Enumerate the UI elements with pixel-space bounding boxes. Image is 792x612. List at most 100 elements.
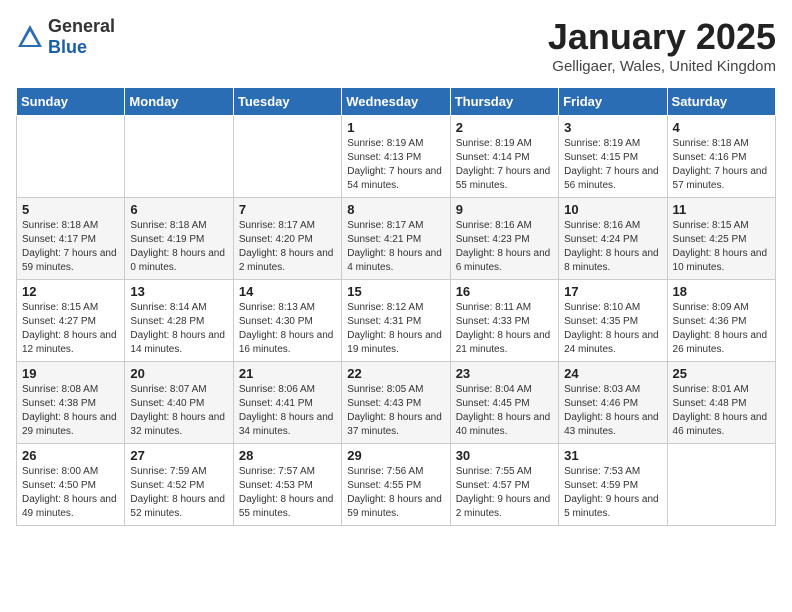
day-info: Sunrise: 7:55 AM Sunset: 4:57 PM Dayligh… [456,465,553,521]
calendar-cell: 13 Sunrise: 8:14 AM Sunset: 4:28 PM Dayli… [125,280,233,362]
calendar-cell: 29 Sunrise: 7:56 AM Sunset: 4:55 PM Dayli… [342,444,450,526]
day-number: 29 [347,448,444,463]
calendar-cell: 10 Sunrise: 8:16 AM Sunset: 4:24 PM Dayli… [559,198,667,280]
calendar-table: SundayMondayTuesdayWednesdayThursdayFrid… [16,87,776,526]
logo-icon [16,23,44,51]
calendar-week-row: 5 Sunrise: 8:18 AM Sunset: 4:17 PM Daylig… [17,198,776,280]
weekday-header-monday: Monday [125,88,233,116]
calendar-cell: 30 Sunrise: 7:55 AM Sunset: 4:57 PM Dayli… [450,444,558,526]
day-info: Sunrise: 8:18 AM Sunset: 4:19 PM Dayligh… [130,219,227,275]
calendar-cell: 9 Sunrise: 8:16 AM Sunset: 4:23 PM Daylig… [450,198,558,280]
calendar-cell: 11 Sunrise: 8:15 AM Sunset: 4:25 PM Dayli… [667,198,775,280]
calendar-cell: 25Sunrise: 8:01 AM Sunset: 4:48 PM Dayli… [667,362,775,444]
calendar-week-row: 12 Sunrise: 8:15 AM Sunset: 4:27 PM Dayli… [17,280,776,362]
day-number: 5 [22,202,119,217]
day-number: 17 [564,284,661,299]
day-info: Sunrise: 8:19 AM Sunset: 4:15 PM Dayligh… [564,137,661,193]
calendar-cell: 27 Sunrise: 7:59 AM Sunset: 4:52 PM Dayli… [125,444,233,526]
calendar-cell: 31Sunrise: 7:53 AM Sunset: 4:59 PM Dayli… [559,444,667,526]
calendar-cell: 17 Sunrise: 8:10 AM Sunset: 4:35 PM Dayli… [559,280,667,362]
day-info: Sunrise: 8:13 AM Sunset: 4:30 PM Dayligh… [239,301,336,357]
day-info: Sunrise: 7:59 AM Sunset: 4:52 PM Dayligh… [130,465,227,521]
day-info: Sunrise: 8:15 AM Sunset: 4:27 PM Dayligh… [22,301,119,357]
calendar-cell: 21Sunrise: 8:06 AM Sunset: 4:41 PM Dayli… [233,362,341,444]
weekday-header-wednesday: Wednesday [342,88,450,116]
calendar-cell: 22Sunrise: 8:05 AM Sunset: 4:43 PM Dayli… [342,362,450,444]
location-title: Gelligaer, Wales, United Kingdom [548,58,776,75]
weekday-header-saturday: Saturday [667,88,775,116]
day-info: Sunrise: 8:07 AM Sunset: 4:40 PM Dayligh… [130,383,227,439]
day-number: 30 [456,448,553,463]
day-info: Sunrise: 8:12 AM Sunset: 4:31 PM Dayligh… [347,301,444,357]
calendar-cell: 24 Sunrise: 8:03 AM Sunset: 4:46 PM Dayli… [559,362,667,444]
day-number: 7 [239,202,336,217]
day-info: Sunrise: 8:16 AM Sunset: 4:23 PM Dayligh… [456,219,553,275]
day-info: Sunrise: 8:09 AM Sunset: 4:36 PM Dayligh… [673,301,770,357]
calendar-cell: 15 Sunrise: 8:12 AM Sunset: 4:31 PM Dayli… [342,280,450,362]
day-info: Sunrise: 8:10 AM Sunset: 4:35 PM Dayligh… [564,301,661,357]
day-info: Sunrise: 7:53 AM Sunset: 4:59 PM Dayligh… [564,465,661,521]
day-info: Sunrise: 8:03 AM Sunset: 4:46 PM Dayligh… [564,383,661,439]
day-number: 12 [22,284,119,299]
calendar-cell: 18 Sunrise: 8:09 AM Sunset: 4:36 PM Dayli… [667,280,775,362]
day-info: Sunrise: 8:15 AM Sunset: 4:25 PM Dayligh… [673,219,770,275]
calendar-week-row: 1Sunrise: 8:19 AM Sunset: 4:13 PM Daylig… [17,116,776,198]
day-info: Sunrise: 8:04 AM Sunset: 4:45 PM Dayligh… [456,383,553,439]
day-info: Sunrise: 8:19 AM Sunset: 4:14 PM Dayligh… [456,137,553,193]
day-number: 9 [456,202,553,217]
day-number: 23 [456,366,553,381]
weekday-header-sunday: Sunday [17,88,125,116]
calendar-cell: 8 Sunrise: 8:17 AM Sunset: 4:21 PM Daylig… [342,198,450,280]
day-number: 20 [130,366,227,381]
calendar-week-row: 19Sunrise: 8:08 AM Sunset: 4:38 PM Dayli… [17,362,776,444]
day-number: 10 [564,202,661,217]
calendar-cell: 19Sunrise: 8:08 AM Sunset: 4:38 PM Dayli… [17,362,125,444]
logo: General Blue [16,16,115,58]
month-title: January 2025 [548,16,776,58]
calendar-cell: 6Sunrise: 8:18 AM Sunset: 4:19 PM Daylig… [125,198,233,280]
day-info: Sunrise: 8:05 AM Sunset: 4:43 PM Dayligh… [347,383,444,439]
weekday-header-thursday: Thursday [450,88,558,116]
day-info: Sunrise: 8:16 AM Sunset: 4:24 PM Dayligh… [564,219,661,275]
day-number: 13 [130,284,227,299]
calendar-cell: 5 Sunrise: 8:18 AM Sunset: 4:17 PM Daylig… [17,198,125,280]
day-number: 28 [239,448,336,463]
weekday-header-friday: Friday [559,88,667,116]
day-number: 24 [564,366,661,381]
day-number: 11 [673,202,770,217]
day-info: Sunrise: 8:18 AM Sunset: 4:17 PM Dayligh… [22,219,119,275]
day-info: Sunrise: 8:17 AM Sunset: 4:21 PM Dayligh… [347,219,444,275]
day-number: 19 [22,366,119,381]
day-number: 2 [456,120,553,135]
calendar-cell: 12 Sunrise: 8:15 AM Sunset: 4:27 PM Dayli… [17,280,125,362]
day-number: 8 [347,202,444,217]
day-info: Sunrise: 7:57 AM Sunset: 4:53 PM Dayligh… [239,465,336,521]
calendar-cell [667,444,775,526]
day-number: 4 [673,120,770,135]
calendar-cell [17,116,125,198]
day-number: 16 [456,284,553,299]
day-info: Sunrise: 8:14 AM Sunset: 4:28 PM Dayligh… [130,301,227,357]
logo-general: General [48,16,115,36]
weekday-header-row: SundayMondayTuesdayWednesdayThursdayFrid… [17,88,776,116]
weekday-header-tuesday: Tuesday [233,88,341,116]
calendar-cell [233,116,341,198]
calendar-cell: 1Sunrise: 8:19 AM Sunset: 4:13 PM Daylig… [342,116,450,198]
day-number: 14 [239,284,336,299]
day-info: Sunrise: 8:00 AM Sunset: 4:50 PM Dayligh… [22,465,119,521]
calendar-cell [125,116,233,198]
calendar-cell: 14 Sunrise: 8:13 AM Sunset: 4:30 PM Dayli… [233,280,341,362]
day-info: Sunrise: 8:17 AM Sunset: 4:20 PM Dayligh… [239,219,336,275]
calendar-cell: 3Sunrise: 8:19 AM Sunset: 4:15 PM Daylig… [559,116,667,198]
day-number: 26 [22,448,119,463]
day-info: Sunrise: 7:56 AM Sunset: 4:55 PM Dayligh… [347,465,444,521]
day-number: 27 [130,448,227,463]
calendar-cell: 26 Sunrise: 8:00 AM Sunset: 4:50 PM Dayli… [17,444,125,526]
calendar-cell: 2 Sunrise: 8:19 AM Sunset: 4:14 PM Daylig… [450,116,558,198]
day-number: 21 [239,366,336,381]
day-number: 18 [673,284,770,299]
title-area: January 2025 Gelligaer, Wales, United Ki… [548,16,776,75]
day-number: 15 [347,284,444,299]
calendar-cell: 23 Sunrise: 8:04 AM Sunset: 4:45 PM Dayli… [450,362,558,444]
day-info: Sunrise: 8:01 AM Sunset: 4:48 PM Dayligh… [673,383,770,439]
